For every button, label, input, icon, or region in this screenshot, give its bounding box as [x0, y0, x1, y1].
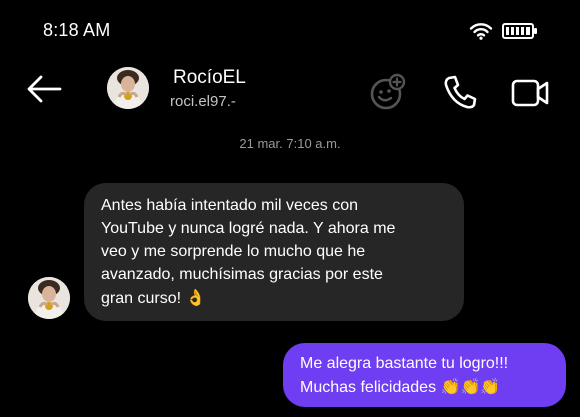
ok-hand-emoji: 👌 — [185, 288, 206, 307]
back-button[interactable] — [24, 72, 64, 106]
message-text: gran curso! — [101, 290, 182, 307]
message-timestamp: 21 mar. 7:10 a.m. — [239, 136, 341, 151]
clapping-hands-emoji: 👏👏👏 — [440, 377, 501, 396]
outgoing-message-bubble[interactable]: Me alegra bastante tu logro!!! Muchas fe… — [283, 343, 566, 407]
status-time: 8:18 AM — [43, 20, 111, 40]
sender-avatar[interactable] — [28, 277, 70, 319]
contact-name[interactable]: RocíoEL — [173, 67, 246, 89]
video-camera-icon — [511, 79, 549, 107]
status-bar: 8:18 AM — [0, 0, 580, 62]
back-arrow-icon — [27, 75, 62, 103]
call-button[interactable] — [440, 72, 480, 112]
wifi-icon — [469, 23, 493, 40]
contact-username: roci.el97.- — [170, 93, 236, 110]
avatar[interactable] — [107, 67, 149, 109]
chat-header: RocíoEL roci.el97.- — [0, 62, 580, 122]
message-line-last: gran curso! 👌 — [101, 286, 452, 310]
message-line: Me alegra bastante tu logro!!! — [300, 355, 509, 372]
message-line-last: Muchas felicidades 👏👏👏 — [300, 375, 552, 399]
message-line: Antes había intentado mil veces con — [101, 197, 359, 214]
phone-icon — [444, 75, 477, 109]
emoji-add-button[interactable] — [368, 72, 408, 112]
message-line: veo y me sorprende lo mucho que he — [101, 243, 366, 260]
message-line: avanzado, muchísimas gracias por este — [101, 266, 383, 283]
emoji-add-icon — [370, 73, 406, 110]
video-call-button[interactable] — [510, 72, 554, 112]
avatar-image — [107, 67, 149, 109]
incoming-message-bubble[interactable]: Antes había intentado mil veces con YouT… — [84, 183, 464, 321]
message-text: Muchas felicidades — [300, 379, 437, 396]
avatar-image — [28, 277, 70, 319]
message-line: YouTube y nunca logré nada. Y ahora me — [101, 220, 396, 237]
battery-icon — [502, 23, 537, 39]
